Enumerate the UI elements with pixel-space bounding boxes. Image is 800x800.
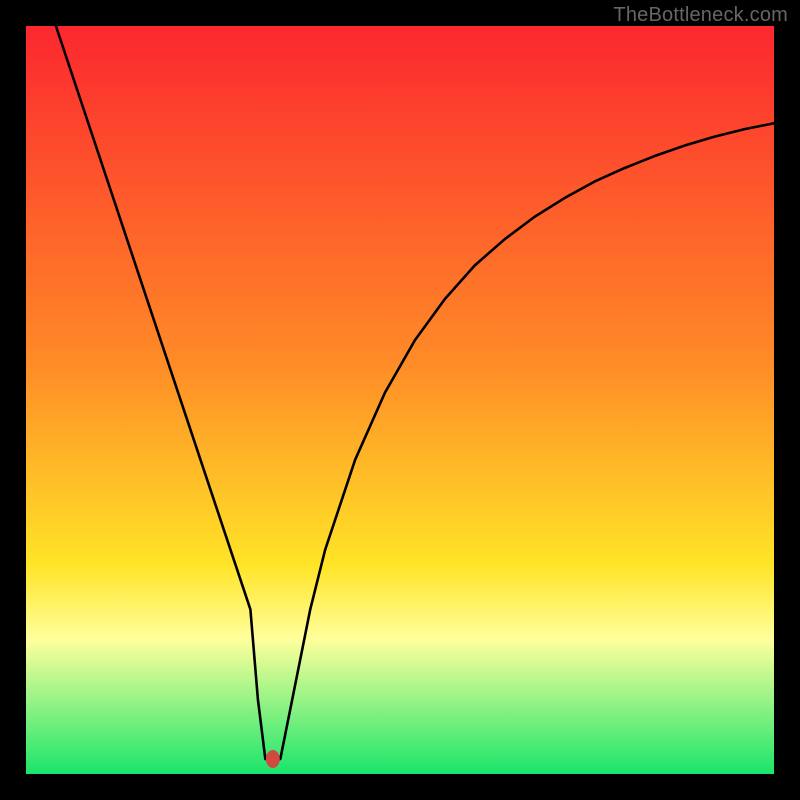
chart-container: TheBottleneck.com (0, 0, 800, 800)
min-point-marker (266, 750, 280, 768)
watermark-text: TheBottleneck.com (613, 4, 788, 27)
plot-area (26, 26, 774, 774)
bottleneck-chart (0, 0, 800, 800)
